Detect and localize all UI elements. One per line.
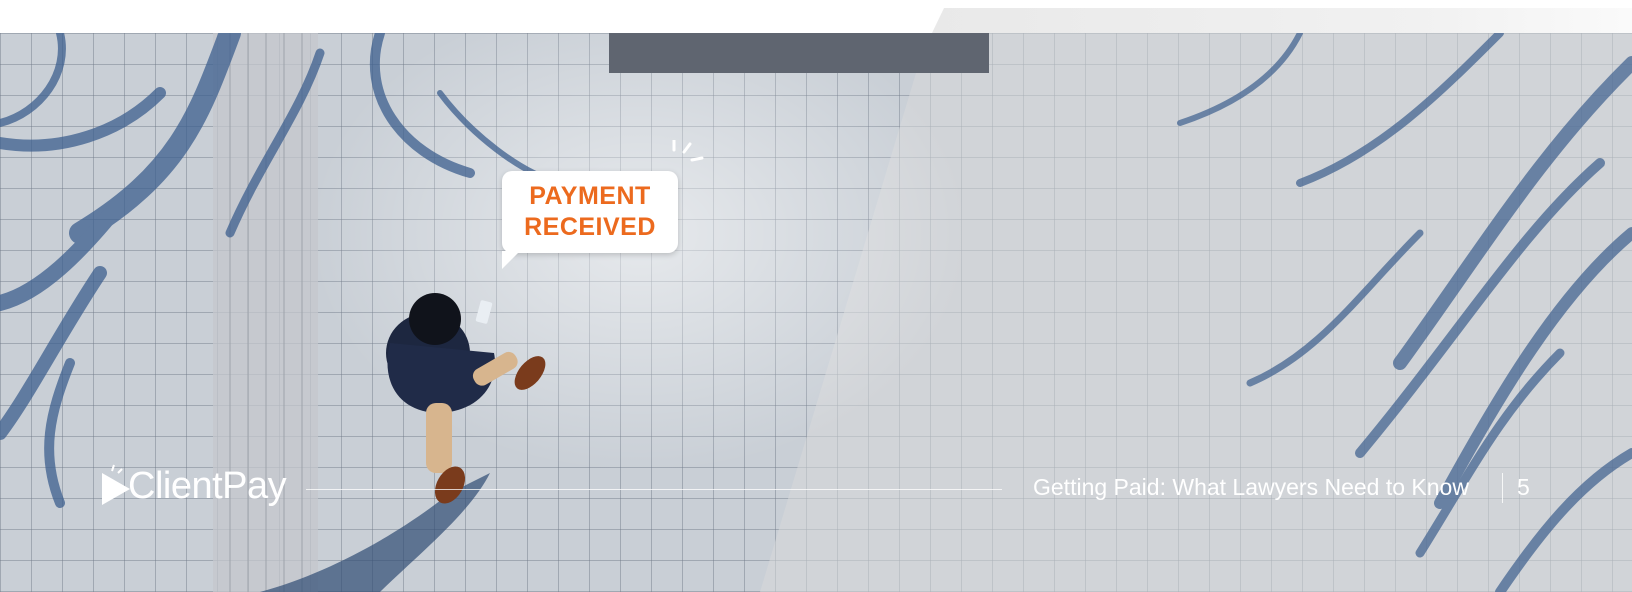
page-number: 5 — [1517, 474, 1530, 500]
brand-logo: ClientPay — [100, 462, 287, 510]
document-title: Getting Paid: What Lawyers Need to Know — [1033, 474, 1469, 500]
footer-divider — [306, 489, 1002, 490]
page-separator — [1502, 473, 1503, 503]
bubble-line-2: RECEIVED — [524, 213, 656, 241]
payment-received-bubble: PAYMENT RECEIVED — [502, 171, 678, 269]
brand-name: ClientPay — [128, 464, 287, 507]
bubble-line-1: PAYMENT — [529, 182, 651, 210]
top-gradient-band — [932, 8, 1632, 33]
